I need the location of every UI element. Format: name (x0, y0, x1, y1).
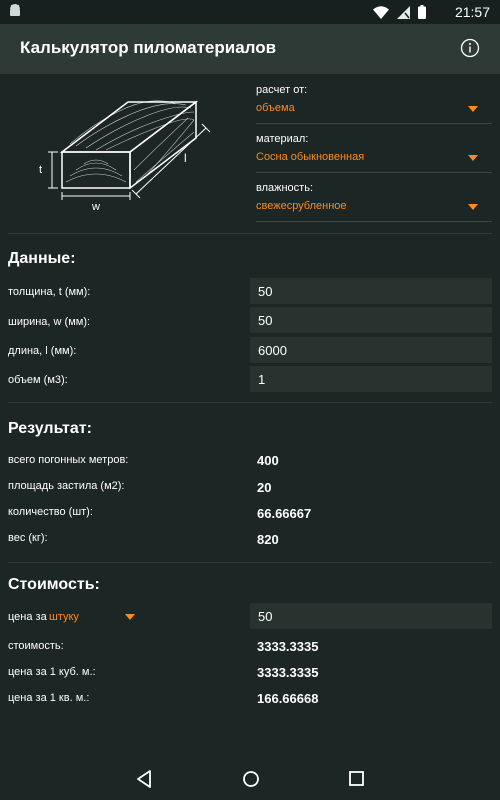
width-input[interactable]: 50 (250, 307, 492, 333)
humidity-selector[interactable]: влажность: свежесрубленное (256, 182, 492, 222)
wifi-icon (373, 5, 389, 19)
selector-value-text: свежесрубленное (256, 200, 347, 212)
price-per-square-value: 166.66668 (257, 691, 319, 706)
battery-icon (418, 5, 426, 19)
info-icon[interactable] (460, 38, 480, 58)
cost-label: стоимость: (8, 640, 64, 652)
result-section-title: Результат: (8, 420, 92, 437)
signal-icon (397, 5, 410, 19)
dropdown-arrow-icon (468, 204, 478, 210)
selector-value[interactable]: свежесрубленное (256, 200, 492, 222)
volume-input[interactable]: 1 (250, 366, 492, 392)
weight-value: 820 (257, 532, 279, 547)
app-title: Калькулятор пиломатериалов (20, 38, 277, 57)
price-value: 50 (258, 609, 273, 624)
lumber-illustration: t w l (39, 100, 211, 213)
price-unit-selector[interactable]: штуку (49, 611, 79, 623)
price-per-cubic-value: 3333.3335 (257, 665, 319, 680)
recent-apps-icon[interactable] (349, 771, 364, 786)
status-bar: 21:57 (0, 0, 500, 24)
divider (8, 562, 492, 563)
linear-meters-value: 400 (257, 453, 279, 468)
price-per-label: цена за (8, 611, 47, 623)
selector-value[interactable]: Сосна обыкновенная (256, 151, 492, 173)
width-value: 50 (258, 313, 273, 328)
thickness-value: 50 (258, 284, 273, 299)
thickness-input[interactable]: 50 (250, 278, 492, 304)
back-icon[interactable] (136, 770, 152, 788)
material-selector[interactable]: материал: Сосна обыкновенная (256, 133, 492, 173)
dropdown-arrow-icon (468, 106, 478, 112)
selector-label: влажность: (256, 182, 314, 194)
dropdown-arrow-icon[interactable] (125, 614, 135, 620)
length-label: длина, l (мм): (8, 345, 77, 357)
navigation-bar (0, 758, 500, 800)
floor-area-label: площадь застила (м2): (8, 480, 125, 492)
volume-value: 1 (258, 372, 266, 387)
cost-section-title: Стоимость: (8, 576, 100, 593)
data-section-title: Данные: (8, 250, 76, 267)
cost-value: 3333.3335 (257, 639, 319, 654)
length-value: 6000 (258, 343, 287, 358)
dimension-t-label: t (39, 164, 42, 176)
length-input[interactable]: 6000 (250, 337, 492, 363)
selector-value-text: объема (256, 102, 295, 114)
quantity-value: 66.66667 (257, 506, 312, 521)
quantity-label: количество (шт): (8, 506, 93, 518)
width-label: ширина, w (мм): (8, 316, 91, 328)
dimension-l-label: l (184, 151, 187, 165)
selector-label: расчет от: (256, 84, 308, 96)
weight-label: вес (кг): (8, 532, 48, 544)
thickness-label: толщина, t (мм): (8, 286, 91, 298)
floor-area-value: 20 (257, 480, 272, 495)
android-notification-icon (10, 4, 20, 16)
dimension-w-label: w (91, 201, 100, 213)
price-input[interactable]: 50 (250, 603, 492, 629)
home-icon[interactable] (242, 770, 260, 788)
linear-meters-label: всего погонных метров: (8, 454, 129, 466)
dropdown-arrow-icon (468, 155, 478, 161)
selector-value-text: Сосна обыкновенная (256, 151, 365, 163)
calc-from-selector[interactable]: расчет от: объема (256, 84, 492, 124)
divider (8, 402, 492, 403)
selector-value[interactable]: объема (256, 102, 492, 124)
price-per-square-label: цена за 1 кв. м.: (8, 692, 90, 704)
status-time: 21:57 (454, 4, 490, 20)
selector-label: материал: (256, 133, 309, 145)
app-bar: Калькулятор пиломатериалов (0, 24, 500, 74)
divider (8, 233, 492, 234)
price-per-cubic-label: цена за 1 куб. м.: (8, 666, 96, 678)
volume-label: объем (м3): (8, 374, 68, 386)
